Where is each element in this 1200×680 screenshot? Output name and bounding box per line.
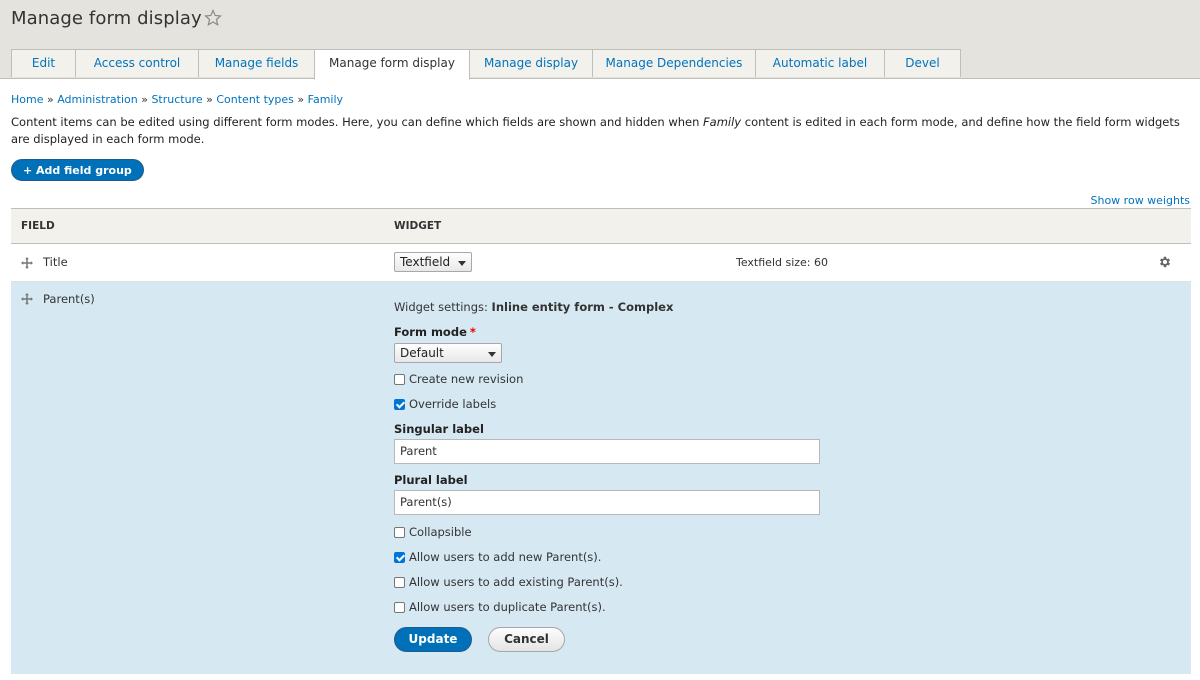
singular-label-label: Singular label [394,422,484,436]
checkbox-box[interactable] [394,601,405,613]
widget-settings-heading: Widget settings: Inline entity form - Co… [394,300,674,314]
create-new-revision-checkbox[interactable]: Create new revision [394,372,523,386]
allow-duplicate-checkbox[interactable]: Allow users to duplicate Parent(s). [394,600,606,614]
chevron-down-icon [458,261,466,266]
tab-devel[interactable]: Devel [884,49,961,77]
tab-access-control[interactable]: Access control [75,49,199,77]
breadcrumb-administration[interactable]: Administration [57,93,138,106]
tab-bar: Edit Access control Manage fields Manage… [11,49,961,80]
tab-automatic-label[interactable]: Automatic label [755,49,885,77]
breadcrumb-structure[interactable]: Structure [151,93,202,106]
column-header-field: FIELD [21,220,55,232]
override-labels-checkbox[interactable]: Override labels [394,397,496,411]
tab-edit[interactable]: Edit [11,49,76,77]
table-row-title: Title Textfield Textfield size: 60 [11,244,1191,282]
add-field-group-button[interactable]: + Add field group [11,159,144,181]
checkbox-box[interactable] [394,398,405,410]
checkbox-box[interactable] [394,373,405,385]
allow-add-existing-checkbox[interactable]: Allow users to add existing Parent(s). [394,575,623,589]
star-icon[interactable] [204,9,222,27]
tab-manage-display[interactable]: Manage display [469,49,593,77]
collapsible-checkbox[interactable]: Collapsible [394,525,472,539]
checkbox-box[interactable] [394,576,405,588]
drag-handle-icon[interactable] [21,257,33,269]
table-row-parents: Parent(s) Widget settings: Inline entity… [11,282,1191,674]
singular-label-input[interactable]: Parent [394,439,820,464]
breadcrumb: Home » Administration » Structure » Cont… [11,93,344,106]
breadcrumb-home[interactable]: Home [11,93,43,106]
required-marker: * [469,325,476,339]
cancel-button[interactable]: Cancel [488,627,565,652]
column-header-widget: WIDGET [394,220,442,232]
form-mode-label: Form mode * [394,325,476,339]
checkbox-box[interactable] [394,551,405,563]
checkbox-box[interactable] [394,526,405,538]
chevron-down-icon [488,352,496,357]
page-title: Manage form display [11,8,202,29]
update-button[interactable]: Update [394,627,472,652]
tab-manage-dependencies[interactable]: Manage Dependencies [592,49,756,77]
breadcrumb-family[interactable]: Family [308,93,343,106]
plural-label-label: Plural label [394,473,468,487]
tab-manage-form-display[interactable]: Manage form display [314,49,470,80]
gear-icon[interactable] [1158,255,1172,269]
table-header: FIELD WIDGET [11,208,1191,244]
field-label-title: Title [43,255,68,269]
field-label-parents: Parent(s) [43,292,95,306]
widget-select-title[interactable]: Textfield [394,252,472,272]
tab-manage-fields[interactable]: Manage fields [198,49,315,77]
allow-add-new-checkbox[interactable]: Allow users to add new Parent(s). [394,550,601,564]
widget-summary: Textfield size: 60 [736,256,829,269]
breadcrumb-content-types[interactable]: Content types [216,93,294,106]
page-header: Manage form display Edit Access control … [0,0,1200,80]
drag-handle-icon[interactable] [21,293,33,305]
plural-label-input[interactable]: Parent(s) [394,490,820,515]
show-row-weights-link[interactable]: Show row weights [1091,194,1191,207]
form-mode-select[interactable]: Default [394,343,502,363]
fields-table: FIELD WIDGET Title Textfield Textfield s… [11,208,1191,674]
page-description: Content items can be edited using differ… [11,115,1180,146]
